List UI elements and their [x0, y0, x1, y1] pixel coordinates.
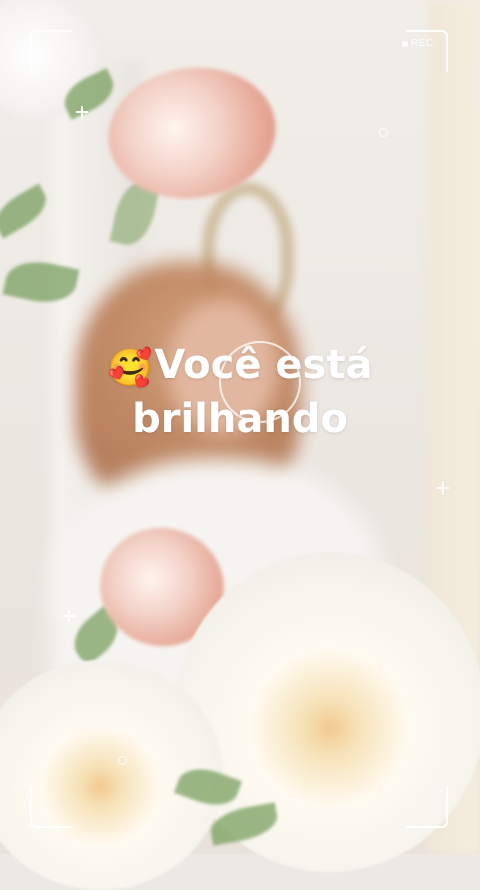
rec-label: REC [411, 38, 434, 49]
plus-icon [63, 610, 75, 622]
smiling-hearts-emoji-icon: 🥰 [107, 348, 153, 389]
plus-icon [437, 482, 449, 494]
viewfinder-corner-bottom-left [30, 786, 72, 828]
viewfinder-corner-top-right [406, 30, 448, 72]
caption-text: 🥰Você está brilhando [90, 340, 390, 444]
record-dot-icon [402, 40, 408, 47]
caption-line-1-text: Você está [154, 342, 373, 388]
rec-indicator: REC [402, 38, 434, 49]
plus-icon [76, 106, 88, 118]
caption-line-2: brilhando [132, 396, 348, 442]
circle-marker-icon [379, 128, 388, 137]
caption-line-1: 🥰Você está [90, 340, 390, 394]
circle-marker-icon [118, 756, 127, 765]
viewfinder-corner-top-left [30, 30, 72, 72]
viewfinder-corner-bottom-right [406, 786, 448, 828]
